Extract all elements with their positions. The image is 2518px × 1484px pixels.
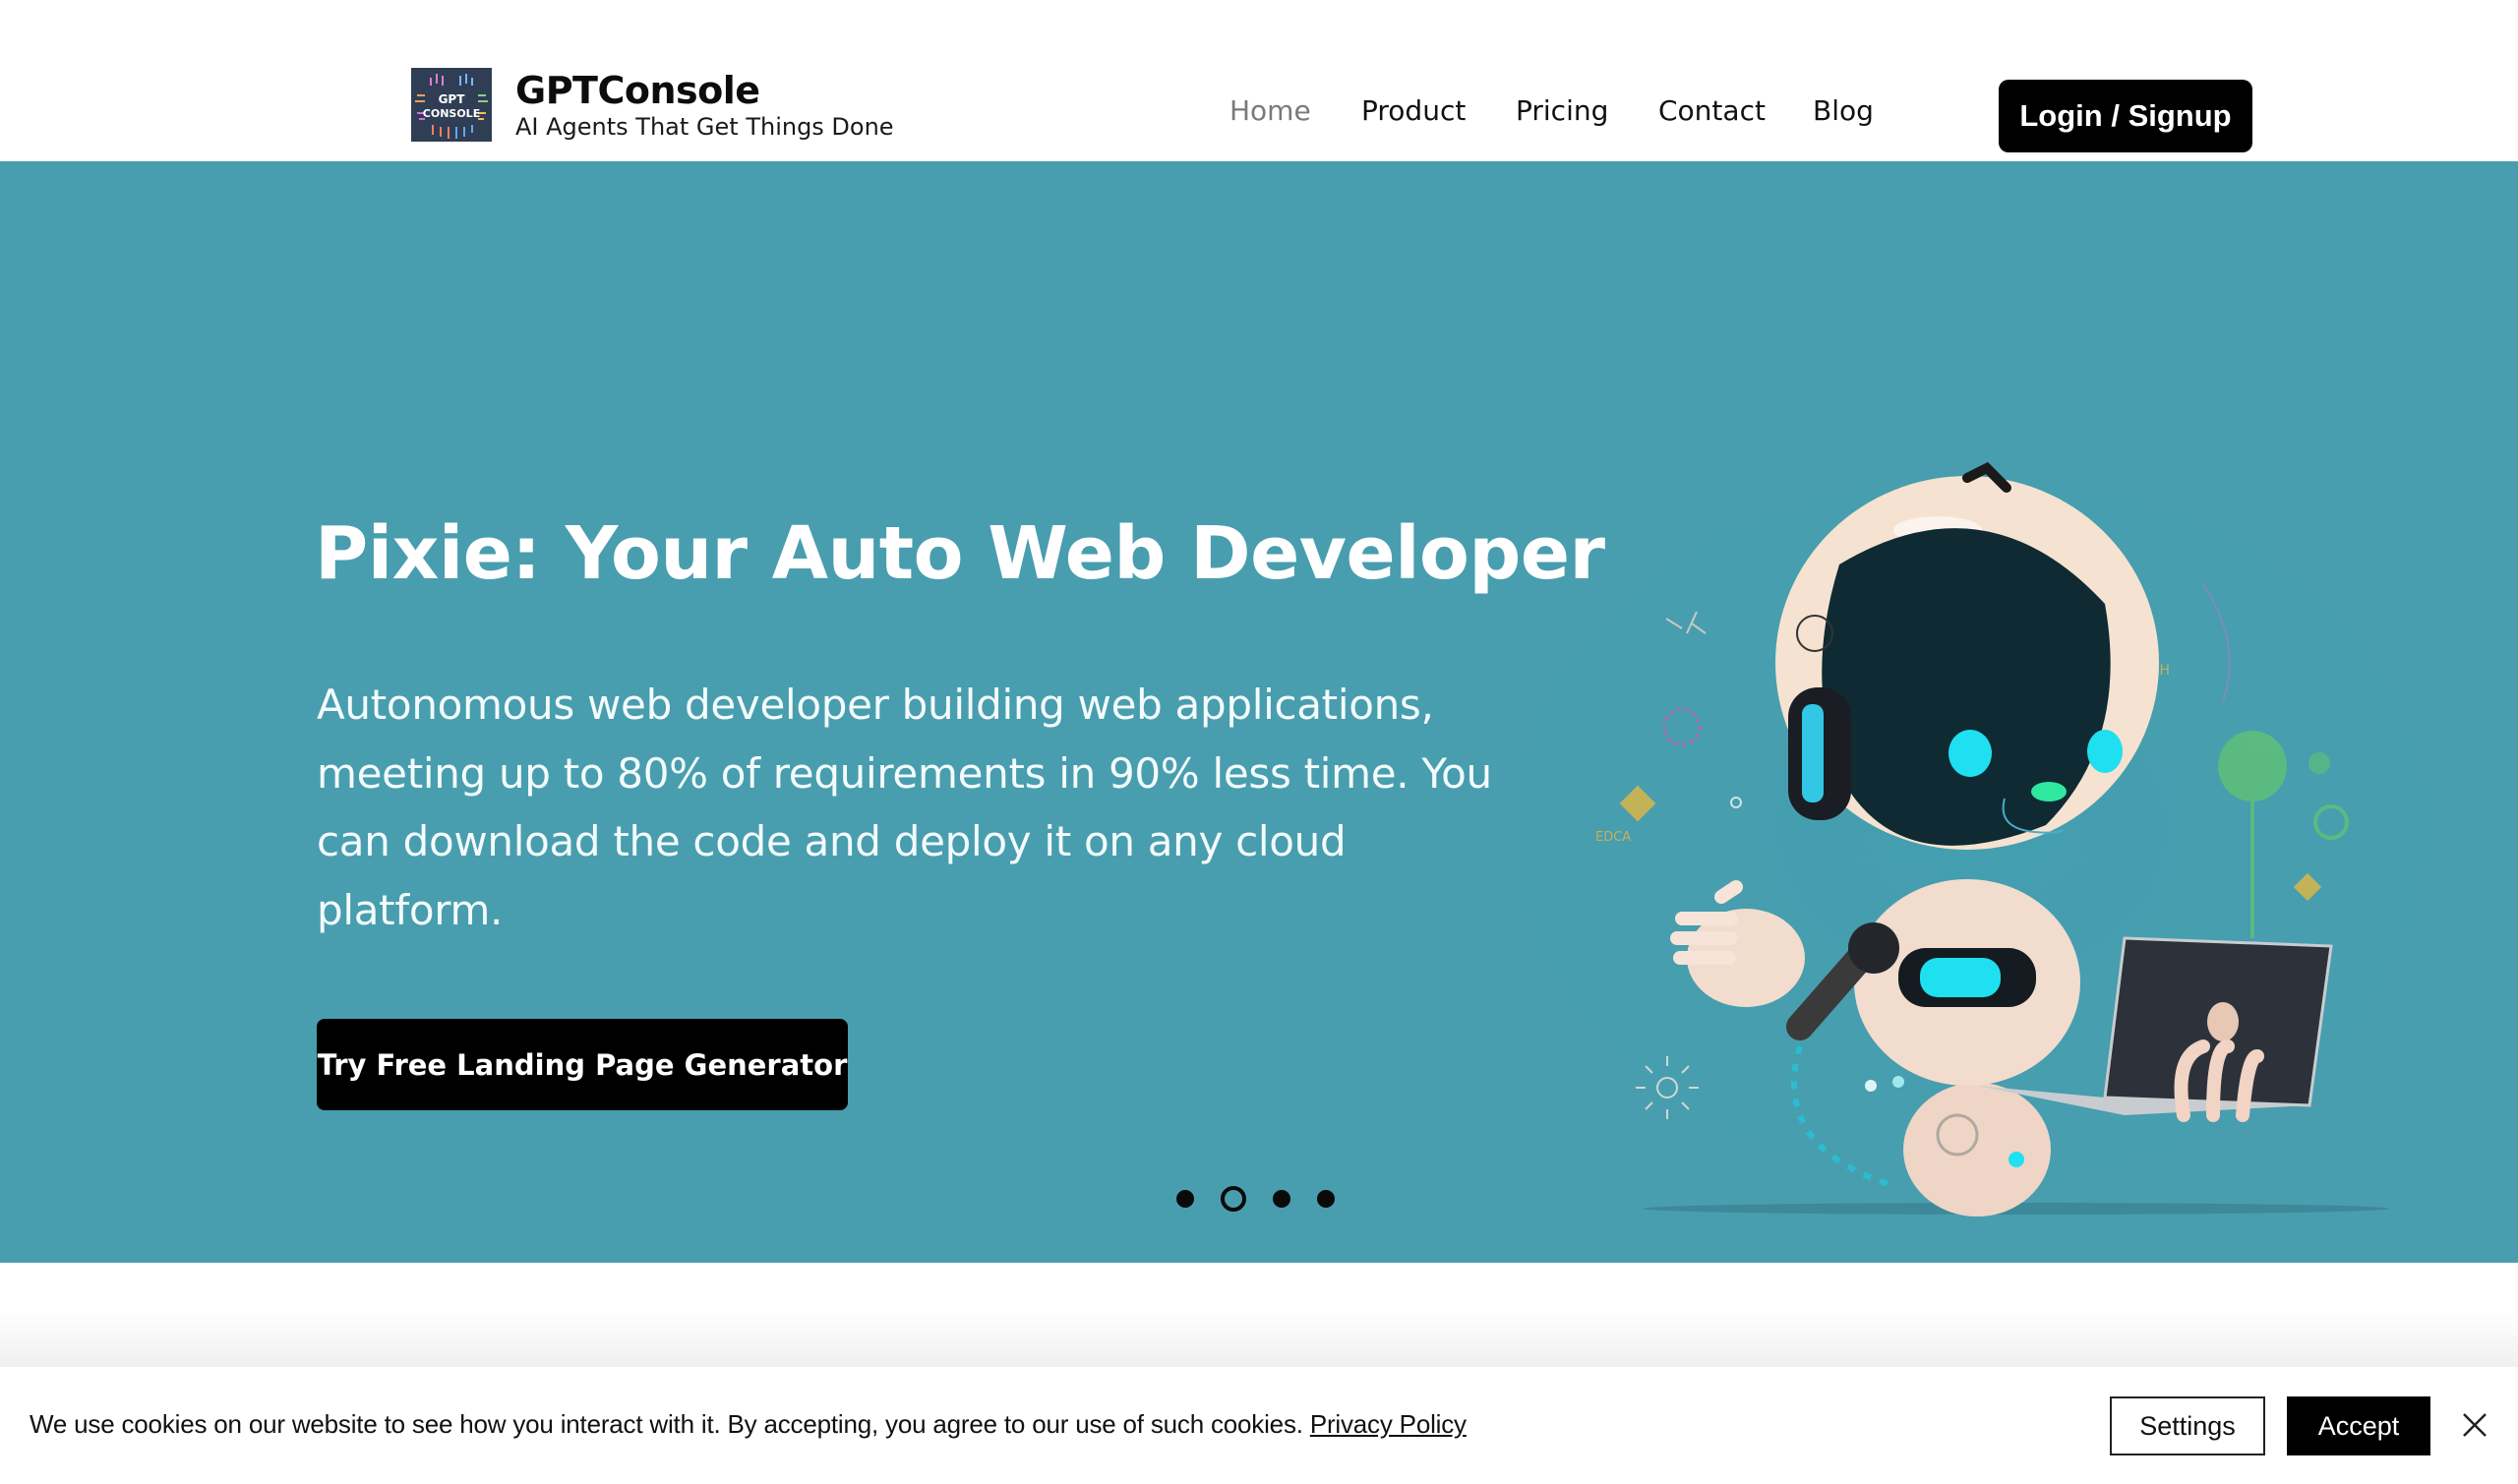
svg-text:CONSOLE: CONSOLE	[423, 107, 480, 120]
privacy-policy-link[interactable]: Privacy Policy	[1310, 1409, 1467, 1439]
carousel-dot-2-active[interactable]	[1221, 1186, 1246, 1212]
carousel-dot-3[interactable]	[1273, 1190, 1290, 1208]
carousel-dot-4[interactable]	[1317, 1190, 1335, 1208]
brand-block: GPTConsole AI Agents That Get Things Don…	[515, 68, 894, 142]
svg-text:GPT: GPT	[439, 92, 466, 106]
nav-contact[interactable]: Contact	[1658, 94, 1766, 127]
cookie-close-button[interactable]	[2459, 1409, 2490, 1441]
try-free-generator-button[interactable]: Try Free Landing Page Generator	[317, 1019, 848, 1110]
carousel-dot-1[interactable]	[1176, 1190, 1194, 1208]
close-icon	[2463, 1413, 2487, 1437]
svg-text:EDCA: EDCA	[1595, 830, 1631, 845]
nav-blog[interactable]: Blog	[1813, 94, 1874, 127]
hero-description: Autonomous web developer building web ap…	[317, 681, 1492, 934]
brand-tagline: AI Agents That Get Things Done	[515, 113, 894, 141]
cookie-text: We use cookies on our website to see how…	[30, 1409, 1303, 1439]
carousel-pagination	[0, 1184, 2518, 1214]
nav-product[interactable]: Product	[1361, 94, 1466, 127]
cookie-message: We use cookies on our website to see how…	[30, 1409, 1467, 1440]
robot-with-laptop-illustration: EDCA GB-H	[1595, 461, 2390, 1217]
cookie-accept-button[interactable]: Accept	[2287, 1396, 2430, 1455]
brand-name: GPTConsole	[515, 69, 760, 112]
nav-home[interactable]: Home	[1229, 94, 1311, 127]
hero-title: Pixie: Your Auto Web Developer	[315, 511, 1605, 596]
site-header: GPT CONSOLE GPTConsole AI Agents That Ge…	[0, 0, 2518, 161]
logo-link[interactable]: GPT CONSOLE GPTConsole AI Agents That Ge…	[411, 68, 894, 142]
circuit-logo-icon: GPT CONSOLE	[411, 68, 492, 142]
hero-slide: EDCA GB-H	[0, 161, 2518, 1263]
login-signup-button[interactable]: Login / Signup	[1999, 80, 2252, 152]
cookie-banner: We use cookies on our website to see how…	[0, 1367, 2518, 1484]
nav-pricing[interactable]: Pricing	[1516, 94, 1608, 127]
next-section-edge	[0, 1263, 2518, 1367]
cookie-settings-button[interactable]: Settings	[2110, 1396, 2265, 1455]
